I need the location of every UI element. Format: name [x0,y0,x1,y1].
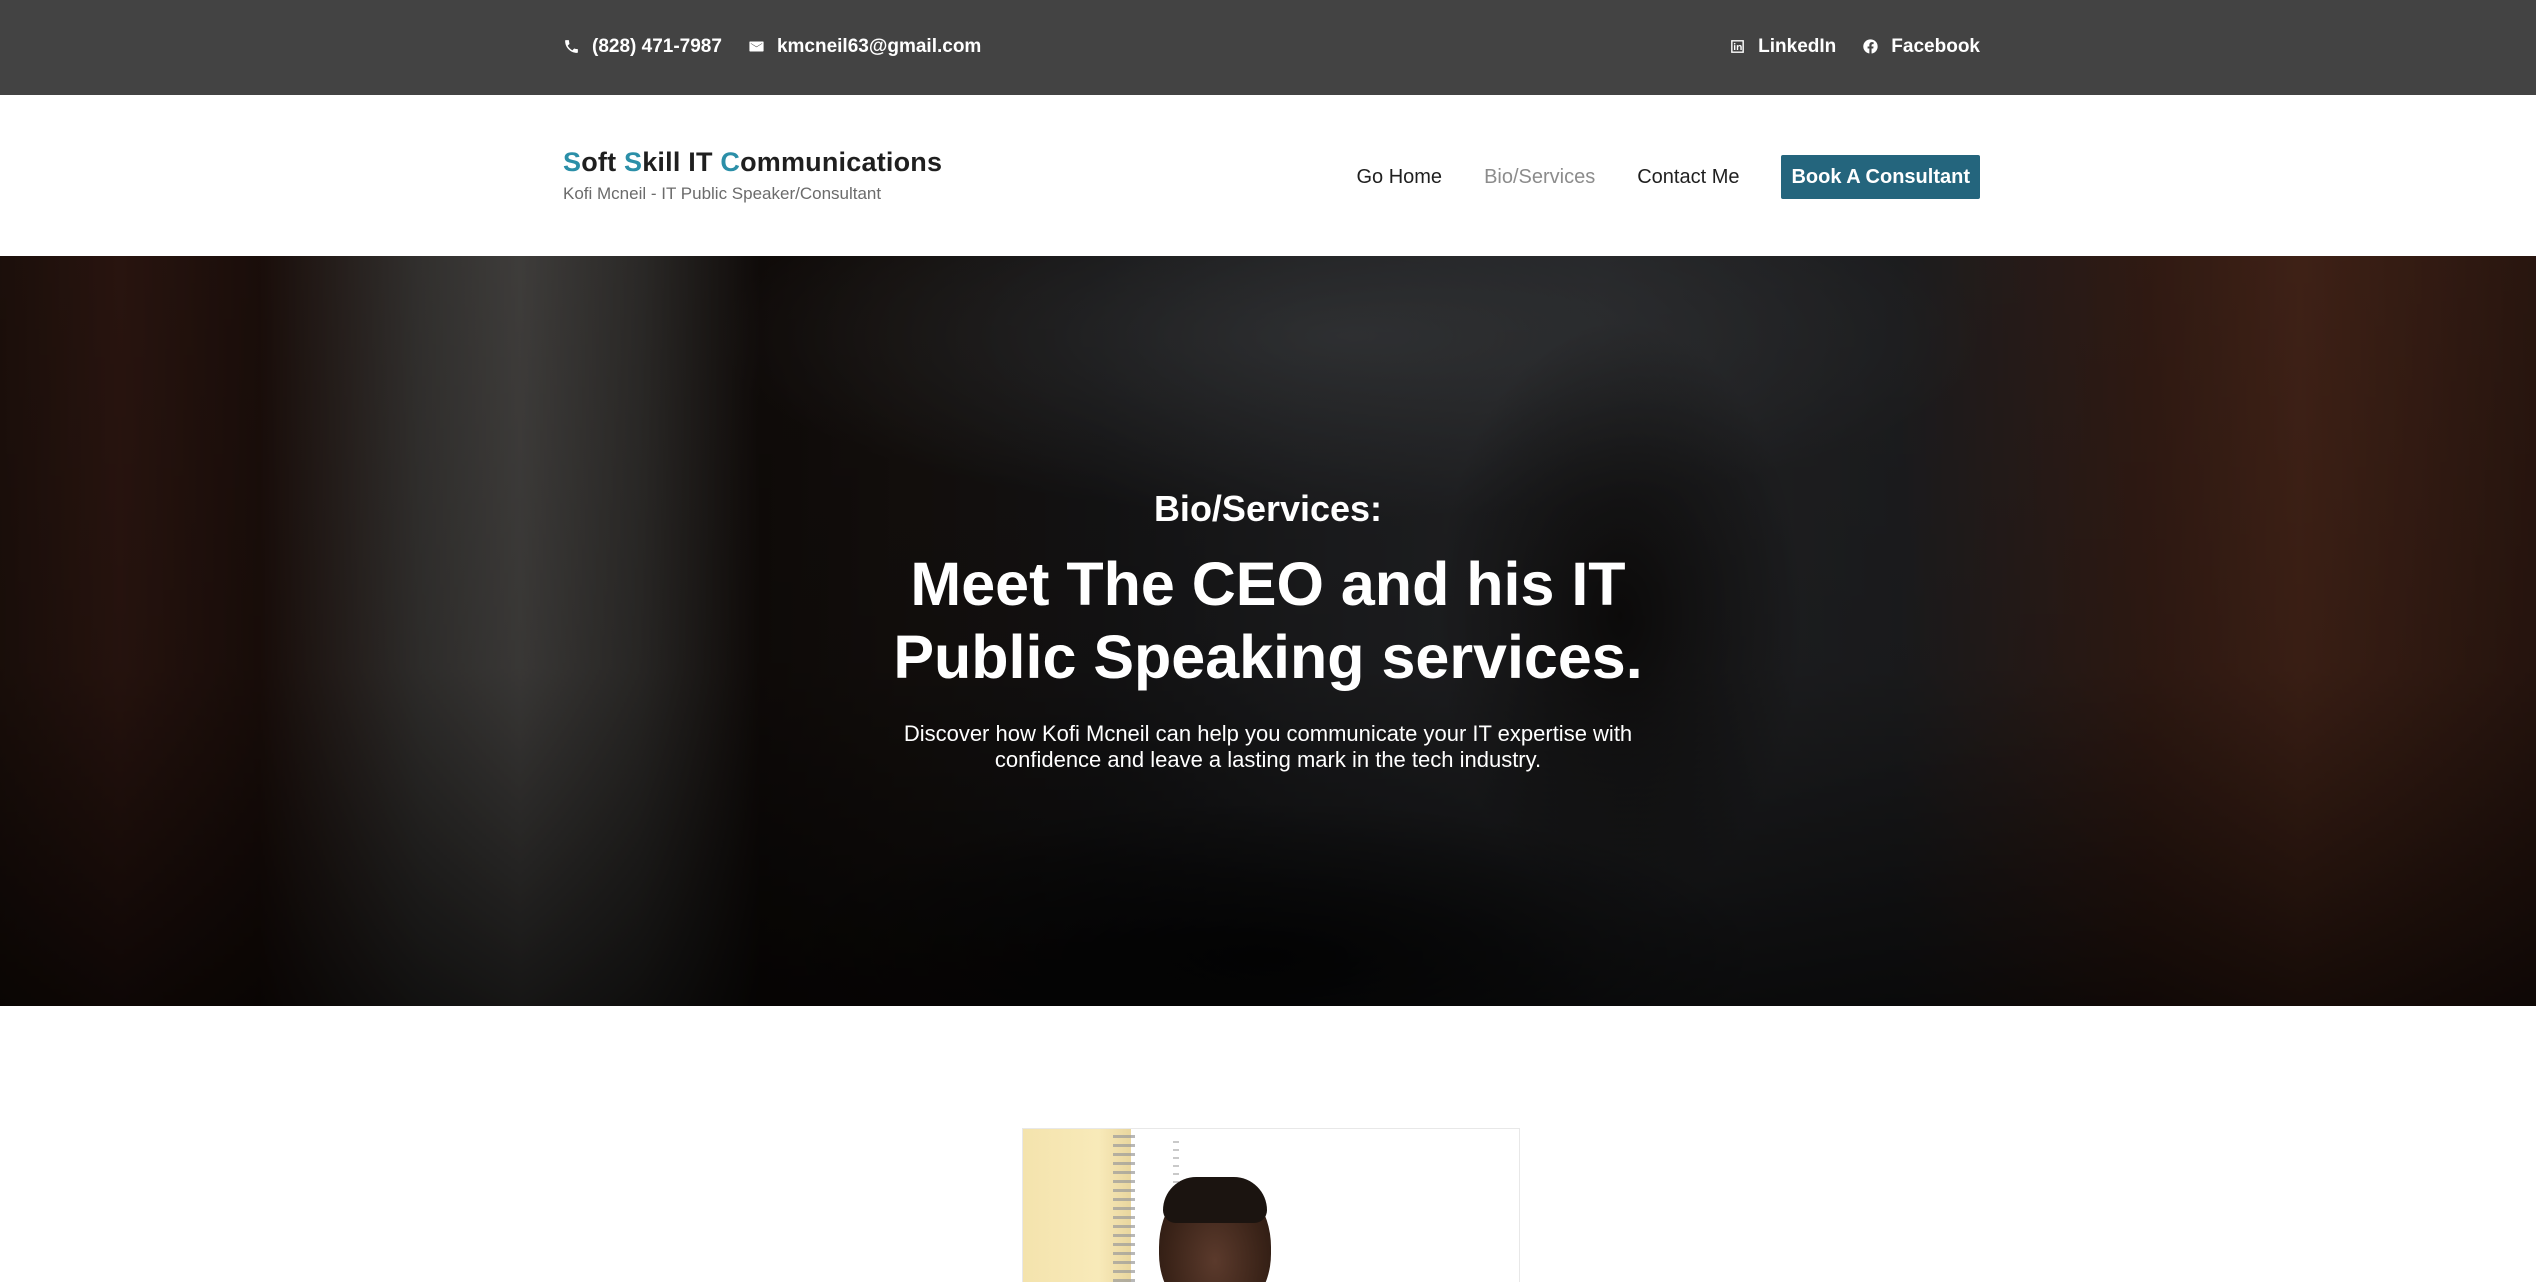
nav-item-contact-me[interactable]: Contact Me [1637,166,1739,189]
facebook-label: Facebook [1891,35,1980,57]
site-title-initial-s1: S [563,147,582,177]
top-contact-bar: (828) 471-7987 kmcneil63@gmail.com Linke… [0,0,2536,95]
mail-icon [749,41,764,52]
facebook-icon [1863,39,1878,54]
linkedin-link[interactable]: LinkedIn [1729,36,1836,58]
site-title-rest-4: ommunications [740,147,943,177]
contact-info-group: (828) 471-7987 kmcneil63@gmail.com [563,36,981,58]
linkedin-label: LinkedIn [1758,35,1837,57]
email-link[interactable]: kmcneil63@gmail.com [748,36,981,58]
hero-description: Discover how Kofi Mcneil can help you co… [903,721,1633,772]
linkedin-icon [1731,40,1745,53]
email-address: kmcneil63@gmail.com [776,35,982,57]
site-title-word-it: IT [688,147,713,177]
phone-link[interactable]: (828) 471-7987 [563,36,722,58]
top-contact-bar-inner: (828) 471-7987 kmcneil63@gmail.com Linke… [563,0,1980,95]
nav-item-bio-services[interactable]: Bio/Services [1484,166,1595,189]
main-nav: Go Home Bio/Services Contact Me Book A C… [1356,155,1980,199]
site-header: Soft Skill IT Communications Kofi Mcneil… [0,95,2536,256]
person-hair [1163,1177,1267,1223]
site-tagline: Kofi Mcneil - IT Public Speaker/Consulta… [563,184,882,203]
phone-icon [565,40,578,53]
site-title-rest-1: oft [581,147,617,177]
hero-section: Bio/Services: Meet The CEO and his IT Pu… [0,256,2536,1006]
book-consultant-button[interactable]: Book A Consultant [1781,155,1980,199]
notebook-spiral [1113,1135,1135,1282]
ceo-portrait-image [1022,1128,1520,1282]
brand[interactable]: Soft Skill IT Communications Kofi Mcneil… [563,147,942,204]
facebook-link[interactable]: Facebook [1862,36,1980,58]
phone-number: (828) 471-7987 [592,35,722,57]
bio-section [0,1006,2536,1282]
hero-eyebrow: Bio/Services: [1153,488,1383,529]
hero-headline: Meet The CEO and his IT Public Speaking … [893,550,1643,691]
site-title-initial-s2: S [624,147,643,177]
nav-item-go-home[interactable]: Go Home [1356,166,1442,189]
social-links-group: LinkedIn Facebook [1729,36,1980,58]
site-title-rest-2: kill [642,147,681,177]
site-title-initial-c: C [720,147,741,177]
site-title[interactable]: Soft Skill IT Communications [563,147,942,178]
